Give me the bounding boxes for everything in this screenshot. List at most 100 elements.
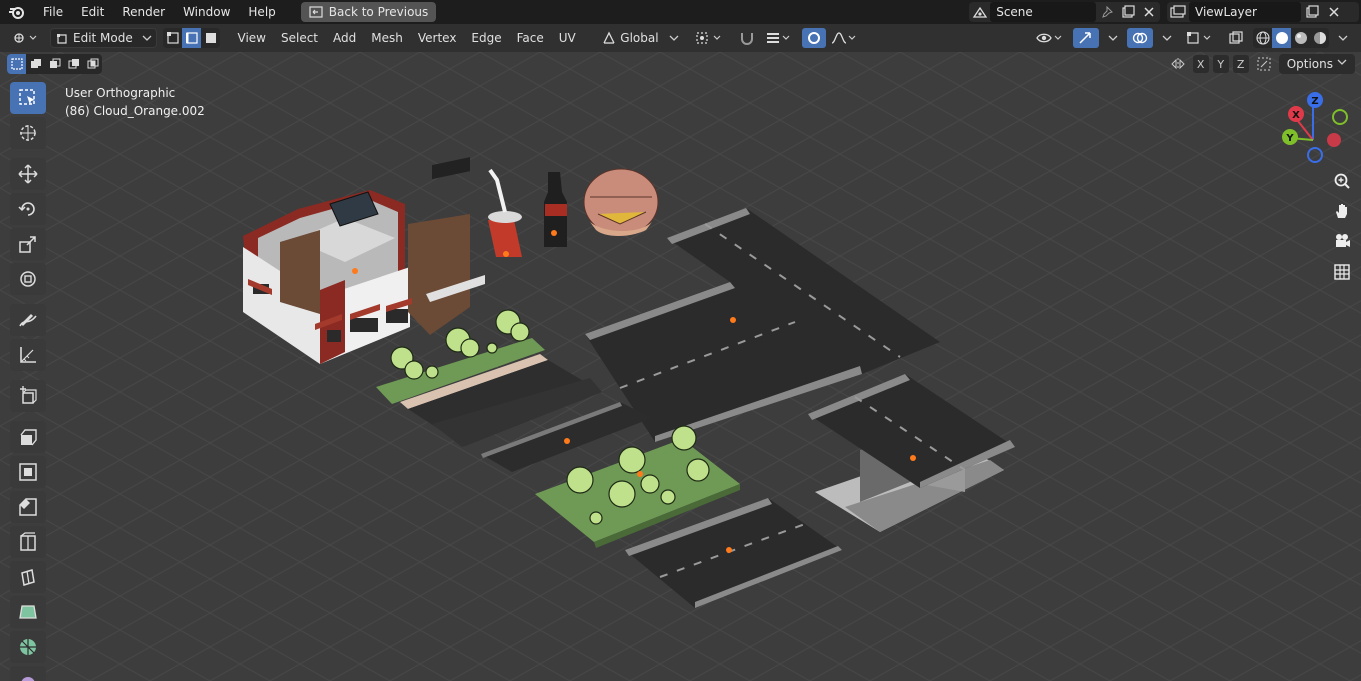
options-dropdown[interactable]: Options (1278, 54, 1355, 74)
header-menu-vertex[interactable]: Vertex (410, 24, 464, 52)
pivot-point-button[interactable] (690, 28, 730, 48)
select-box-icon (19, 89, 35, 105)
menu-help[interactable]: Help (239, 0, 284, 24)
tool-spin[interactable] (10, 631, 46, 663)
falloff-button[interactable] (826, 28, 864, 48)
menu-window[interactable]: Window (174, 0, 239, 24)
tool-poly-build[interactable] (10, 596, 46, 628)
snap-increment-icon (767, 33, 790, 43)
orientation-label: Global (620, 31, 659, 45)
3d-viewport[interactable]: Z X Y User Orthographic (86) Cloud_Orang… (0, 52, 1361, 681)
chevron-down-icon (142, 35, 152, 41)
select-extend-icon[interactable] (26, 54, 45, 74)
visibility-button[interactable] (1031, 28, 1069, 48)
mode-dropdown[interactable]: Edit Mode (50, 28, 157, 48)
header-menu-face[interactable]: Face (509, 24, 551, 52)
menu-render[interactable]: Render (113, 0, 174, 24)
tool-loop-cut[interactable] (10, 526, 46, 558)
overlays-dropdown[interactable] (1157, 28, 1177, 48)
wireframe-shading-icon[interactable] (1253, 28, 1272, 48)
blender-logo-icon[interactable] (0, 0, 34, 24)
rendered-shading-icon[interactable] (1310, 28, 1329, 48)
snap-toggle[interactable] (734, 28, 760, 48)
burger-model[interactable] (583, 168, 659, 236)
shading-mode-toggle[interactable] (1253, 28, 1329, 48)
scale-icon (19, 236, 36, 253)
tool-knife[interactable] (10, 561, 46, 593)
pin-icon[interactable] (1096, 2, 1117, 22)
transform-orientation-dropdown[interactable]: Global (597, 28, 684, 48)
viewport-canvas[interactable]: Z X Y (0, 52, 1361, 681)
editor-type-button[interactable] (8, 28, 44, 48)
xray-toggle[interactable] (1223, 28, 1249, 48)
tool-annotate[interactable] (10, 304, 46, 336)
header-menu-mesh[interactable]: Mesh (364, 24, 411, 52)
header-menu-add[interactable]: Add (326, 24, 364, 52)
proportional-edit-icon (808, 32, 821, 44)
tool-rotate[interactable] (10, 193, 46, 225)
view-name-label: User Orthographic (65, 86, 176, 100)
select-mode-toggle[interactable] (163, 28, 220, 48)
tool-cursor[interactable] (10, 117, 46, 149)
inset-icon (19, 463, 37, 481)
menu-edit[interactable]: Edit (72, 0, 113, 24)
shading-options-dropdown[interactable] (1333, 28, 1353, 48)
zoom-icon[interactable] (1331, 170, 1353, 192)
tool-transform[interactable] (10, 263, 46, 295)
menu-file[interactable]: File (34, 0, 72, 24)
gizmo-icon (1079, 32, 1091, 44)
select-intersect-icon[interactable] (83, 54, 102, 74)
view-layer-name-field[interactable]: ViewLayer (1189, 2, 1301, 22)
tool-move[interactable] (10, 158, 46, 190)
orientation-icon (603, 31, 615, 44)
tool-smooth[interactable] (10, 666, 46, 681)
new-view-layer-icon[interactable] (1301, 2, 1323, 22)
select-subtract-icon[interactable] (45, 54, 64, 74)
solid-shading-icon[interactable] (1272, 28, 1291, 48)
new-scene-icon[interactable] (1118, 2, 1139, 22)
camera-view-icon[interactable] (1331, 230, 1353, 252)
tool-measure[interactable] (10, 339, 46, 371)
mirror-x-button[interactable]: X (1192, 55, 1209, 73)
header-menu-view[interactable]: View (230, 24, 273, 52)
remove-scene-icon[interactable] (1139, 2, 1160, 22)
header-menu-uv[interactable]: UV (551, 24, 583, 52)
tool-scale[interactable] (10, 228, 46, 260)
tool-bevel[interactable] (10, 491, 46, 523)
tool-extrude[interactable] (10, 421, 46, 453)
annotate-icon (19, 314, 37, 327)
selection-mode-buttons[interactable] (7, 54, 102, 74)
mirror-y-button[interactable]: Y (1212, 55, 1229, 73)
view-layer-selector[interactable]: ViewLayer (1167, 2, 1359, 22)
scene-selector[interactable]: Scene (969, 2, 1160, 22)
material-shading-icon[interactable] (1291, 28, 1310, 48)
uv-sync-icon[interactable] (1253, 54, 1275, 74)
gizmo-toggle[interactable] (1073, 28, 1099, 48)
face-select-icon[interactable] (201, 28, 220, 48)
mesh-edit-overlays-button[interactable] (1181, 28, 1219, 48)
proportional-editing-toggle[interactable] (802, 28, 827, 48)
tool-add-cube[interactable] (10, 380, 46, 412)
pan-hand-icon[interactable] (1331, 200, 1353, 222)
select-new-icon[interactable] (7, 54, 26, 74)
select-invert-icon[interactable] (64, 54, 83, 74)
perspective-grid-icon[interactable] (1331, 261, 1353, 283)
remove-view-layer-icon[interactable] (1323, 2, 1345, 22)
smooth-icon (21, 677, 35, 681)
back-to-previous-button[interactable]: Back to Previous (300, 2, 437, 22)
header-menu-edge[interactable]: Edge (464, 24, 509, 52)
header-menu-select[interactable]: Select (273, 24, 325, 52)
gizmo-dropdown[interactable] (1103, 28, 1123, 48)
overlays-icon (1132, 32, 1148, 44)
mirror-z-button[interactable]: Z (1232, 55, 1249, 73)
mirror-icon[interactable] (1167, 54, 1189, 74)
vertex-select-icon[interactable] (163, 28, 182, 48)
edge-select-icon[interactable] (182, 28, 201, 48)
cursor-icon (20, 125, 36, 141)
pivot-icon (696, 32, 721, 44)
tool-inset[interactable] (10, 456, 46, 488)
overlays-toggle[interactable] (1127, 28, 1153, 48)
tool-select-box[interactable] (10, 82, 46, 114)
snap-target-button[interactable] (760, 28, 798, 48)
scene-name-field[interactable]: Scene (990, 2, 1097, 22)
